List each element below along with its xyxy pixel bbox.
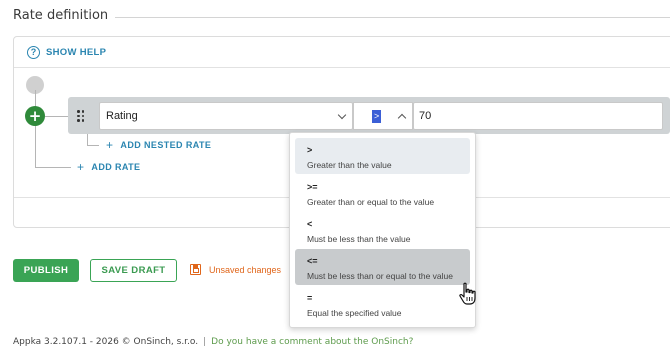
show-help-label: SHOW HELP [46,46,107,58]
footer: Appka 3.2.107.1 - 2026 © OnSinch, s.r.o.… [13,337,413,347]
field-select-value: Rating [106,110,138,122]
footer-version: Appka 3.2.107.1 - 2026 © OnSinch, s.r.o. [13,337,199,347]
section-title: Rate definition [13,8,109,23]
footer-separator: | [203,337,207,347]
operator-dropdown: > Greater than the value >= Greater than… [289,132,476,328]
operator-option-description: Greater than the value [307,160,392,170]
unsaved-changes-status: Unsaved changes [190,264,281,275]
chevron-down-icon [337,110,347,120]
add-nested-rate-button[interactable]: + ADD NESTED RATE [106,139,211,151]
save-draft-button[interactable]: SAVE DRAFT [90,259,177,282]
tree-connector [35,90,36,168]
operator-option-description: Must be less than the value [307,234,411,244]
tree-connector [87,145,99,146]
title-divider [115,17,670,18]
operator-option[interactable]: <= Must be less than or equal to the val… [295,249,470,285]
feedback-link[interactable]: Do you have a comment about the OnSinch? [211,337,413,347]
field-select[interactable]: Rating [99,102,353,130]
operator-option-symbol: >= [307,182,318,192]
operator-option-symbol: > [307,145,313,155]
unsaved-changes-label: Unsaved changes [209,264,282,275]
plus-icon: + [106,138,114,152]
floppy-disk-icon [190,264,201,275]
operator-option[interactable]: >= Greater than or equal to the value [295,175,470,211]
operator-option[interactable]: = Equal the specified value [295,286,470,322]
show-help-button[interactable]: ? SHOW HELP [14,37,670,68]
operator-option[interactable]: < Must be less than the value [295,212,470,248]
hand-pointer-cursor-icon [459,282,476,305]
operator-option-symbol: = [307,293,313,303]
operator-select-value: > [372,109,382,123]
chevron-up-icon [397,113,407,123]
operator-option-symbol: <= [307,256,318,266]
plus-icon: + [77,160,85,174]
add-rate-label: ADD RATE [91,162,141,172]
value-input[interactable] [413,102,663,130]
operator-option-symbol: < [307,219,313,229]
operator-option-description: Must be less than or equal to the value [307,271,454,281]
publish-button[interactable]: PUBLISH [13,259,79,282]
tree-connector [45,116,69,117]
operator-option-description: Equal the specified value [307,308,402,318]
add-rate-button[interactable]: + ADD RATE [77,161,140,173]
operator-option[interactable]: > Greater than the value [295,138,470,174]
operator-option-description: Greater than or equal to the value [307,197,435,207]
add-nested-rate-label: ADD NESTED RATE [120,140,212,150]
help-circle-icon: ? [27,45,40,59]
tree-connector [35,167,71,168]
add-condition-icon[interactable]: + [25,106,45,126]
drag-handle-icon[interactable] [76,109,86,123]
operator-select[interactable]: > [353,102,413,130]
